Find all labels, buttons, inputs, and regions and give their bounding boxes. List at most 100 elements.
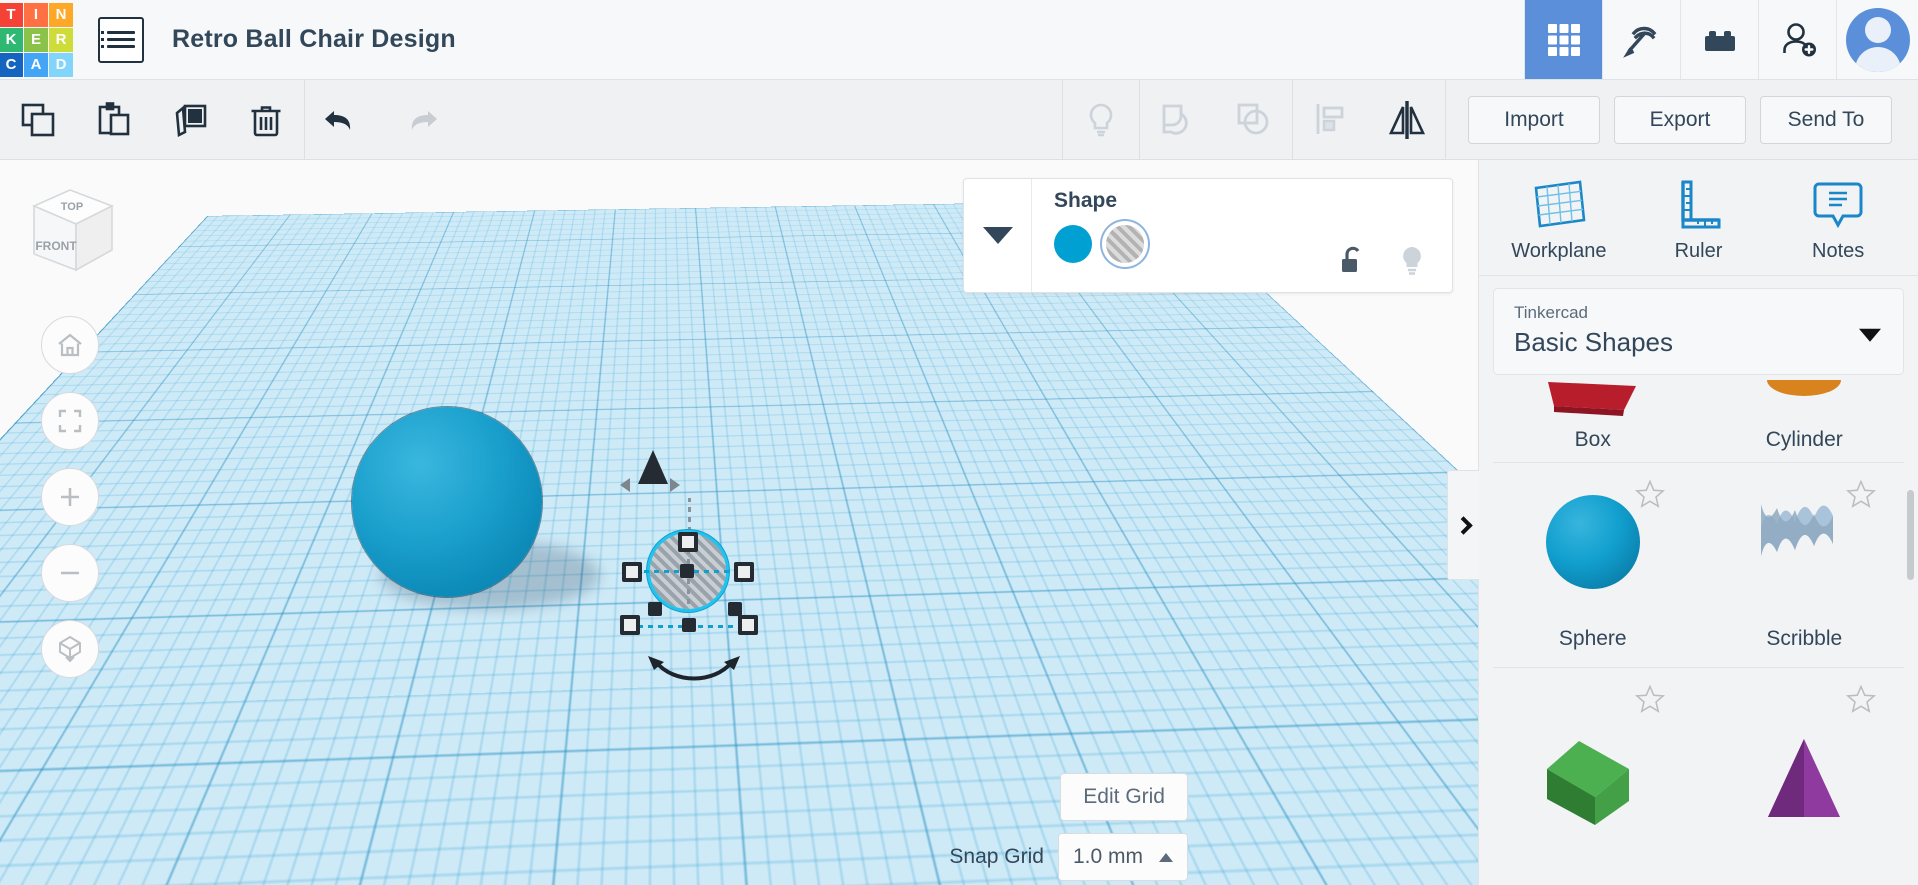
ungroup-icon[interactable] <box>1216 80 1292 160</box>
redo-icon[interactable] <box>381 80 457 160</box>
duplicate-icon[interactable] <box>152 80 228 160</box>
logo-tile-t: T <box>0 3 23 27</box>
zoom-out-button[interactable] <box>41 544 99 602</box>
workplane-tool[interactable]: Workplane <box>1499 176 1619 263</box>
shape-box-green-thumb <box>1487 668 1699 850</box>
viewcube-top-label: TOP <box>61 201 83 213</box>
shape-inspector-panel: Shape <box>963 178 1453 293</box>
shape-box-thumb <box>1487 352 1699 422</box>
import-button[interactable]: Import <box>1468 96 1600 144</box>
history-tool-group <box>305 80 457 160</box>
caret-up-icon <box>1159 853 1173 862</box>
home-view-button[interactable] <box>41 316 99 374</box>
lightbulb-visibility-icon[interactable] <box>1396 244 1428 278</box>
shape-sphere-thumb <box>1487 463 1699 621</box>
ruler-tool[interactable]: Ruler <box>1638 176 1758 263</box>
zoom-in-button[interactable] <box>41 468 99 526</box>
logo-tile-k: K <box>0 28 23 52</box>
favorite-star-icon-4[interactable] <box>1846 684 1876 714</box>
solid-color-swatch[interactable] <box>1054 225 1092 263</box>
shape-panel-body: Shape <box>1032 179 1452 292</box>
align-icon[interactable] <box>1293 80 1369 160</box>
resize-handle-top[interactable] <box>678 532 698 552</box>
corner-handle-left[interactable] <box>648 602 662 616</box>
logo-tile-d: D <box>49 53 73 77</box>
logo-tile-r: R <box>49 28 73 52</box>
shape-panel-collapse[interactable] <box>964 179 1032 292</box>
library-owner-label: Tinkercad <box>1514 303 1883 323</box>
fit-to-view-button[interactable] <box>41 392 99 450</box>
mirror-icon[interactable] <box>1369 80 1445 160</box>
shapes-side-panel: Workplane Ruler Notes Tinkercad Basic Sh… <box>1478 160 1918 885</box>
blocks-grid-icon[interactable] <box>1524 0 1602 79</box>
export-button[interactable]: Export <box>1614 96 1746 144</box>
snap-grid-select[interactable]: 1.0 mm <box>1058 833 1188 881</box>
right-panel-collapse-tab[interactable] <box>1447 470 1479 580</box>
sphere-hole-selected[interactable] <box>612 460 812 700</box>
viewcube-front-label: FRONT <box>35 239 77 253</box>
paste-icon[interactable] <box>76 80 152 160</box>
rotate-handle-icon[interactable] <box>644 650 744 688</box>
favorite-star-icon-2[interactable] <box>1846 479 1876 509</box>
logo-tile-c: C <box>0 53 23 77</box>
base-handle-left[interactable] <box>620 615 640 635</box>
group-icon[interactable] <box>1140 80 1216 160</box>
shape-box[interactable]: Box <box>1487 352 1699 462</box>
logo-tile-n: N <box>49 3 73 27</box>
edit-grid-button[interactable]: Edit Grid <box>1060 773 1188 821</box>
align-tool-group <box>1293 80 1445 160</box>
send-to-button[interactable]: Send To <box>1760 96 1892 144</box>
shape-cylinder[interactable]: Cylinder <box>1699 352 1911 462</box>
snap-grid-label: Snap Grid <box>949 845 1044 869</box>
corner-handle-right[interactable] <box>728 602 742 616</box>
pickaxe-icon[interactable] <box>1602 0 1680 79</box>
shape-row-1: Box Cylinder <box>1487 352 1910 462</box>
base-handle-center[interactable] <box>682 618 696 632</box>
tinkercad-logo[interactable]: TIN KER CAD <box>0 0 72 80</box>
unlock-icon[interactable] <box>1336 244 1370 278</box>
avatar-image <box>1846 8 1910 72</box>
chevron-down-icon <box>983 227 1013 244</box>
snap-grid-value: 1.0 mm <box>1073 845 1143 869</box>
shape-scribble-thumb <box>1699 463 1911 621</box>
app-header: TINKERCAD Retro Ball Chair Design <box>0 0 1918 80</box>
shape-panel-scrollbar[interactable] <box>1907 490 1914 580</box>
shape-cone-purple[interactable] <box>1699 668 1911 872</box>
header-right-group <box>1524 0 1918 79</box>
main-toolbar: Import Export Send To <box>0 80 1918 160</box>
center-handle[interactable] <box>680 564 694 578</box>
base-handle-right[interactable] <box>738 615 758 635</box>
lightbulb-icon[interactable] <box>1063 80 1139 160</box>
favorite-star-icon-3[interactable] <box>1635 684 1665 714</box>
shape-box-green[interactable] <box>1487 668 1699 872</box>
shape-sphere-label: Sphere <box>1559 627 1627 651</box>
resize-handle-left[interactable] <box>622 562 642 582</box>
logo-tile-e: E <box>24 28 48 52</box>
shape-panel-title: Shape <box>1054 189 1452 213</box>
page-title: Retro Ball Chair Design <box>172 25 456 54</box>
view-cube[interactable]: TOP FRONT <box>16 180 124 280</box>
user-avatar[interactable] <box>1836 0 1918 79</box>
add-person-icon[interactable] <box>1758 0 1836 79</box>
shape-row-2: Sphere Scribble <box>1487 463 1910 667</box>
notes-tool-label: Notes <box>1812 240 1864 263</box>
hole-swatch[interactable] <box>1106 225 1144 263</box>
undo-icon[interactable] <box>305 80 381 160</box>
toolbar-actions: Import Export Send To <box>1468 96 1892 144</box>
list-panel-icon[interactable] <box>98 17 144 63</box>
tinkercad-app: TINKERCAD Retro Ball Chair Design Import… <box>0 0 1918 885</box>
perspective-toggle-button[interactable] <box>41 620 99 678</box>
shape-scribble[interactable]: Scribble <box>1699 463 1911 667</box>
copy-icon[interactable] <box>0 80 76 160</box>
delete-icon[interactable] <box>228 80 304 160</box>
library-dropdown-caret <box>1859 328 1881 341</box>
lego-brick-icon[interactable] <box>1680 0 1758 79</box>
notes-tool[interactable]: Notes <box>1778 176 1898 263</box>
toolbar-divider-5 <box>1445 80 1446 160</box>
favorite-star-icon[interactable] <box>1635 479 1665 509</box>
resize-handle-right[interactable] <box>734 562 754 582</box>
move-arrows-icon[interactable] <box>618 474 682 496</box>
sphere-solid[interactable] <box>352 407 542 597</box>
shape-library-grid[interactable]: Box Cylinder Sphere Scribble <box>1479 352 1918 885</box>
shape-sphere[interactable]: Sphere <box>1487 463 1699 667</box>
